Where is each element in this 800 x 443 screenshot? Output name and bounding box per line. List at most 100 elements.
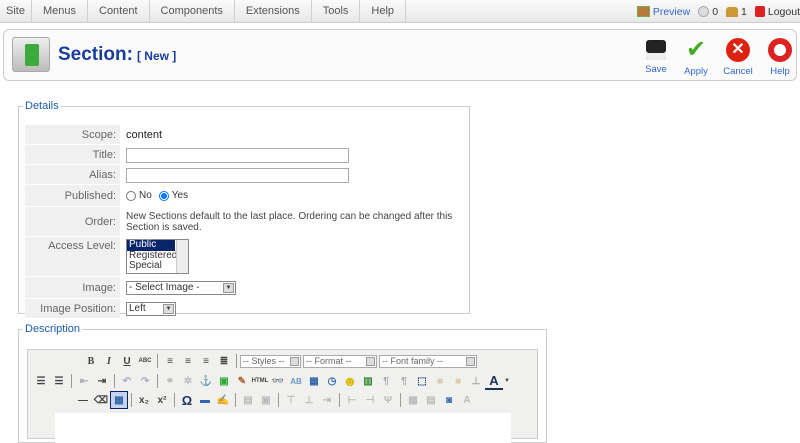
cell-props-icon[interactable]: ▣ [257,391,275,409]
insert-col-after-icon[interactable]: ⊣ [361,391,379,409]
apply-button[interactable]: ✔ Apply [676,36,716,78]
delete-row-icon[interactable]: ⇥ [318,391,336,409]
insert-layer-icon[interactable]: ■ [431,372,449,390]
advanced-hr-icon[interactable]: ▬ [196,391,214,409]
undo-icon[interactable]: ↶ [118,372,136,390]
bold-icon[interactable]: B [82,352,100,370]
details-fieldset: Details Scope: content Title: Alias: Publ… [18,100,470,319]
unlink-icon[interactable]: ✲ [179,372,197,390]
superscript-icon[interactable]: x² [153,391,171,409]
save-button[interactable]: Save [636,38,676,75]
menu-extensions[interactable]: Extensions [235,0,312,23]
replace-icon[interactable]: AB [287,372,305,390]
rtl-icon[interactable]: ¶ [395,372,413,390]
menu-tools[interactable]: Tools [312,0,361,23]
access-option-public[interactable]: Public [127,239,175,251]
order-text: New Sections default to the last place. … [126,211,453,233]
menu-help[interactable]: Help [360,0,407,23]
image-select[interactable]: - Select Image - ▼ [126,281,236,295]
logout-icon [754,6,765,17]
style-props-icon[interactable]: A [458,391,476,409]
move-forward-icon[interactable]: ■ [449,372,467,390]
page-subtitle: [ New ] [136,49,177,63]
remove-format-icon[interactable]: ⌫ [92,391,110,409]
image-position-row: Image Position: Left ▼ [25,299,176,319]
special-character-icon[interactable]: Ω [178,391,196,409]
indent-icon[interactable]: ⇥ [93,372,111,390]
listbox-scrollbar[interactable] [176,240,188,273]
strikethrough-icon[interactable]: ABC [136,352,154,370]
font-color-icon[interactable]: A [485,372,503,390]
help-button[interactable]: Help [760,38,800,77]
edit-attributes-icon[interactable]: ✍ [214,391,232,409]
menu-content[interactable]: Content [88,0,150,23]
access-row: Access Level: Public Registered Special [25,237,189,277]
alias-input[interactable] [126,167,349,183]
numbered-list-icon[interactable]: ☰ [50,372,68,390]
insert-time-icon[interactable]: ◷ [323,372,341,390]
preview-link[interactable]: Preview [636,6,690,18]
insert-col-before-icon[interactable]: ⊢ [343,391,361,409]
format-select[interactable]: -- Format -- [303,354,377,368]
align-justify-icon[interactable]: ≣ [215,352,233,370]
styles-select[interactable]: -- Styles -- [240,354,301,368]
chevron-down-icon[interactable]: ▼ [503,372,511,390]
status-bar: Preview 0 1 Logout [636,0,800,23]
section-icon [12,37,50,72]
html-icon[interactable]: HTML [251,372,269,390]
insert-row-before-icon[interactable]: ⊤ [282,391,300,409]
title-row: Title: [25,145,349,165]
find-icon[interactable]: 👓 [269,372,287,390]
delete-col-icon[interactable]: Ψ [379,391,397,409]
messages-link[interactable]: 0 [698,6,718,18]
users-icon [726,6,739,17]
fullscreen-icon[interactable]: ⬚ [413,372,431,390]
scope-row: Scope: content [25,125,162,145]
align-center-icon[interactable]: ≡ [179,352,197,370]
align-left-icon[interactable]: ≡ [161,352,179,370]
table-icon[interactable]: ▦ [110,391,128,409]
image-icon[interactable]: ▣ [215,372,233,390]
separator [157,354,158,368]
horizontal-rule-icon[interactable]: — [74,391,92,409]
subscript-icon[interactable]: x₂ [135,391,153,409]
users-link[interactable]: 1 [726,6,747,18]
checkmark-icon: ✔ [685,36,707,63]
separator [236,354,237,368]
editor-content-area[interactable] [55,413,511,443]
visual-aid-icon[interactable]: ◙ [440,391,458,409]
published-no-radio[interactable] [126,191,136,201]
link-icon[interactable]: ⚭ [161,372,179,390]
redo-icon[interactable]: ↷ [136,372,154,390]
font-family-select[interactable]: -- Font family -- [379,354,477,368]
emoticon-icon[interactable]: ☻ [341,372,359,390]
dropdown-arrow-icon [290,356,299,366]
italic-icon[interactable]: I [100,352,118,370]
merge-cells-icon[interactable]: ▤ [422,391,440,409]
ltr-icon[interactable]: ¶ [377,372,395,390]
logout-link[interactable]: Logout [754,6,800,18]
bullet-list-icon[interactable]: ☰ [32,372,50,390]
cleanup-icon[interactable]: ✎ [233,372,251,390]
menu-menus[interactable]: Menus [32,0,88,23]
insert-date-icon[interactable]: ▦ [305,372,323,390]
menu-site[interactable]: Site [0,0,32,23]
menu-components[interactable]: Components [150,0,235,23]
image-position-select[interactable]: Left ▼ [126,302,176,316]
split-cells-icon[interactable]: ▦ [404,391,422,409]
access-level-listbox[interactable]: Public Registered Special [126,239,189,274]
title-input[interactable] [126,147,349,163]
absolute-icon[interactable]: ⊥ [467,372,485,390]
anchor-icon[interactable]: ⚓ [197,372,215,390]
outdent-icon[interactable]: ⇤ [75,372,93,390]
published-yes-radio[interactable] [158,191,169,201]
insert-row-after-icon[interactable]: ⊥ [300,391,318,409]
align-right-icon[interactable]: ≡ [197,352,215,370]
row-props-icon[interactable]: ▤ [239,391,257,409]
preview-icon [636,6,650,17]
underline-icon[interactable]: U [118,352,136,370]
description-legend: Description [25,323,81,335]
separator [71,374,72,388]
cancel-button[interactable]: ✕ Cancel [718,38,758,77]
media-icon[interactable]: ▥ [359,372,377,390]
